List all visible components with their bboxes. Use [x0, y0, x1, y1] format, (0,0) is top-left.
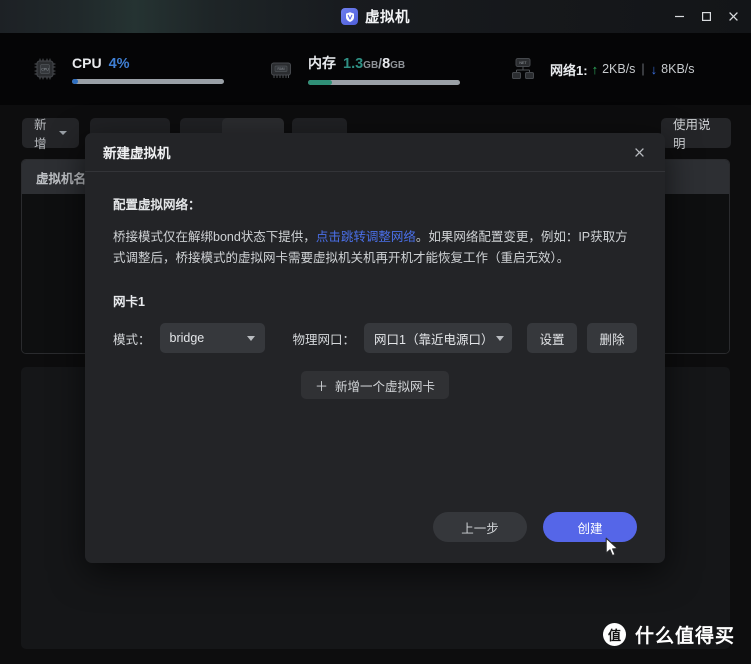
physical-port-select-value: 网口1（靠近电源口）	[374, 332, 494, 347]
memory-values: 1.3GB/8GB	[343, 55, 405, 73]
minimize-icon[interactable]	[666, 0, 693, 33]
virtual-machine-window: 虚拟机 CPU CPU 4% RAM 内存 1.3GB/8GB NET 网络1:…	[0, 0, 751, 664]
download-arrow-icon: ↓	[650, 61, 658, 77]
dialog-body: 配置虚拟网络： 桥接模式仅在解绑bond状态下提供，点击跳转调整网络。如果网络配…	[85, 172, 665, 491]
memory-progress-fill	[308, 80, 333, 85]
create-button[interactable]: 创建	[543, 512, 637, 542]
description-part1: 桥接模式仅在解绑bond状态下提供，	[113, 230, 316, 244]
memory-stat-body: 内存 1.3GB/8GB	[308, 53, 460, 85]
dialog-header: 新建虚拟机	[85, 133, 665, 172]
svg-text:NET: NET	[519, 61, 527, 65]
title-bar: 虚拟机	[0, 0, 751, 33]
watermark-badge: 值	[602, 623, 626, 646]
cpu-value: 4%	[108, 55, 130, 72]
add-vm-button[interactable]: 新增	[22, 118, 79, 151]
add-virtual-nic-label: 新增一个虚拟网卡	[335, 379, 436, 394]
nic-settings-button[interactable]: 设置	[527, 323, 577, 353]
cpu-stat: CPU CPU 4%	[30, 54, 224, 84]
nic-config-row: 模式： bridge 物理网口： 网口1（靠近电源口） 设置 删除	[113, 323, 637, 353]
cpu-progress-fill	[72, 78, 79, 84]
mode-select-value: bridge	[169, 331, 205, 345]
cpu-label: CPU	[72, 54, 102, 71]
memory-total-unit: GB	[390, 60, 406, 71]
svg-text:CPU: CPU	[41, 67, 49, 71]
maximize-icon[interactable]	[693, 0, 720, 33]
upload-rate: 2KB/s	[602, 62, 636, 76]
network-stat: NET 网络1: ↑ 2KB/s | ↓ 8KB/s	[508, 54, 695, 84]
physical-port-label: 物理网口：	[292, 332, 356, 347]
add-virtual-nic-button[interactable]: ＋ 新增一个虚拟网卡	[300, 371, 450, 399]
upload-arrow-icon: ↑	[591, 61, 599, 77]
mode-select[interactable]: bridge	[159, 323, 265, 353]
dialog-title: 新建虚拟机	[103, 146, 171, 161]
memory-stat: RAM 内存 1.3GB/8GB	[266, 53, 460, 85]
memory-label: 内存	[308, 55, 336, 71]
close-icon[interactable]	[720, 0, 747, 33]
memory-stat-line: 内存 1.3GB/8GB	[308, 53, 460, 73]
network-label: 网络1:	[550, 62, 588, 78]
create-button-label: 创建	[577, 521, 603, 536]
cpu-stat-line: CPU 4%	[72, 55, 224, 72]
mode-label: 模式：	[113, 332, 151, 347]
plus-icon: ＋	[314, 378, 328, 394]
title-wrap: 虚拟机	[341, 6, 410, 27]
cpu-stat-body: CPU 4%	[72, 55, 224, 84]
help-button-label: 使用说明	[673, 118, 711, 151]
previous-step-button[interactable]: 上一步	[433, 512, 527, 542]
nic-delete-label: 删除	[599, 332, 625, 347]
physical-port-select[interactable]: 网口1（靠近电源口）	[364, 323, 513, 353]
adjust-network-link[interactable]: 点击跳转调整网络	[316, 230, 416, 244]
nic-section-title: 网卡1	[113, 295, 145, 309]
window-controls	[666, 0, 747, 33]
dialog-description: 桥接模式仅在解绑bond状态下提供，点击跳转调整网络。如果网络配置变更，例如：I…	[113, 227, 637, 269]
watermark-text: 什么值得买	[634, 626, 735, 647]
chevron-down-icon	[496, 335, 505, 341]
cpu-chip-icon: CPU	[30, 54, 60, 84]
watermark: 值 什么值得买	[602, 621, 735, 648]
svg-text:RAM: RAM	[277, 67, 284, 71]
memory-used: 1.3	[343, 56, 364, 72]
network-stat-line: 网络1: ↑ 2KB/s | ↓ 8KB/s	[550, 60, 695, 79]
download-rate: 8KB/s	[661, 62, 695, 76]
window-title: 虚拟机	[365, 10, 410, 26]
memory-total: 8	[382, 56, 391, 72]
section-label: 配置虚拟网络：	[113, 198, 201, 212]
add-vm-label: 新增	[34, 118, 47, 151]
network-icon: NET	[508, 54, 538, 84]
nic-settings-label: 设置	[539, 332, 565, 347]
dialog-footer: 上一步 创建	[85, 491, 665, 563]
memory-progress-bar	[308, 80, 460, 85]
resource-stat-bar: CPU CPU 4% RAM 内存 1.3GB/8GB NET 网络1: ↑ 2…	[0, 33, 751, 105]
chevron-down-icon	[59, 131, 67, 135]
network-separator: |	[641, 62, 645, 76]
ram-chip-icon: RAM	[266, 54, 296, 84]
close-icon[interactable]	[627, 140, 651, 164]
previous-step-label: 上一步	[461, 521, 499, 536]
add-nic-row: ＋ 新增一个虚拟网卡	[113, 371, 637, 399]
memory-used-unit: GB	[363, 60, 379, 71]
nic-delete-button[interactable]: 删除	[587, 323, 637, 353]
new-vm-dialog: 新建虚拟机 配置虚拟网络： 桥接模式仅在解绑bond状态下提供，点击跳转调整网络…	[85, 133, 665, 563]
chevron-down-icon	[246, 335, 255, 341]
cpu-progress-bar	[72, 78, 224, 84]
shield-v-icon	[341, 8, 358, 25]
help-button[interactable]: 使用说明	[661, 118, 731, 151]
